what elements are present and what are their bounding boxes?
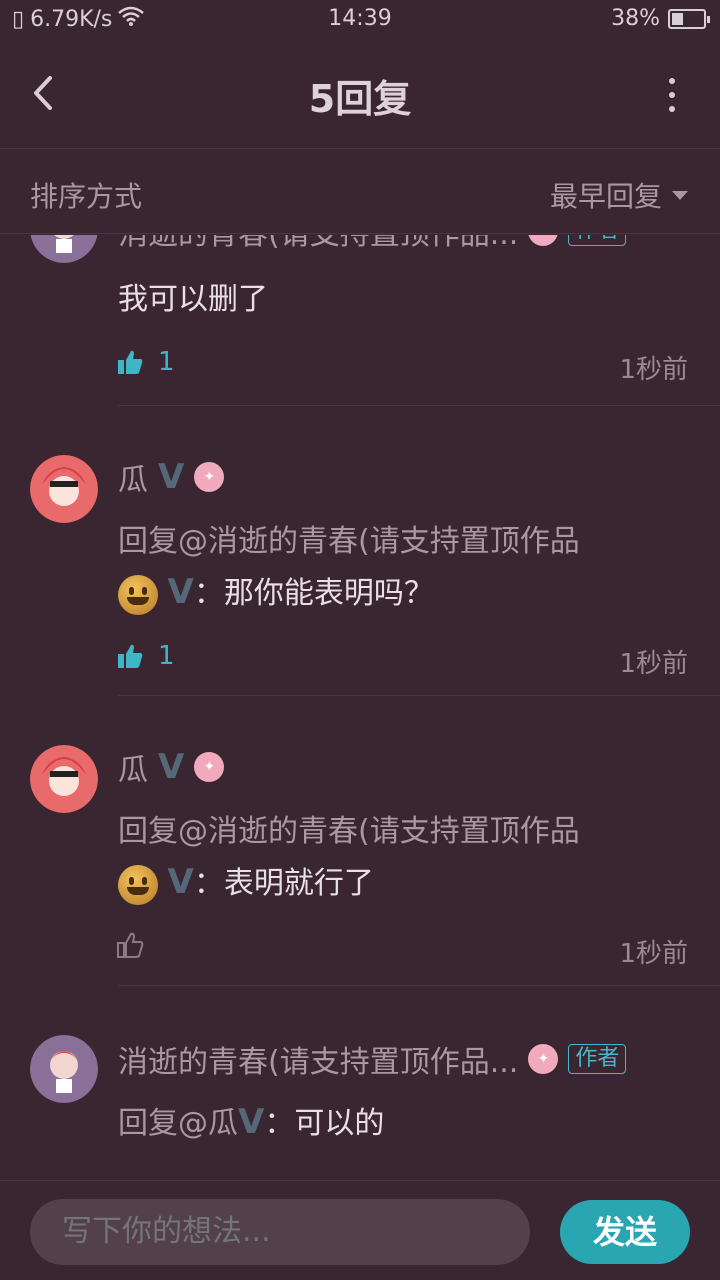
avatar[interactable] xyxy=(30,1035,98,1103)
timestamp: 1秒前 xyxy=(619,939,688,969)
level-icon: ✦ xyxy=(194,752,225,782)
comment-text: 我可以删了 xyxy=(118,282,268,317)
sort-dropdown[interactable]: 最早回复 xyxy=(550,175,688,215)
divider xyxy=(118,985,720,986)
timestamp: 1秒前 xyxy=(619,355,688,385)
comment-input[interactable] xyxy=(30,1199,530,1265)
like-button[interactable]: 1 xyxy=(116,641,175,671)
comment-text: 回复@消逝的青春(请支持置顶作品 V：表明就行了 xyxy=(118,807,688,909)
navbar: 5回复 xyxy=(0,38,720,148)
username[interactable]: 瓜 xyxy=(118,745,148,789)
username[interactable]: 消逝的青春(请支持置顶作品... xyxy=(118,235,518,253)
username[interactable]: 瓜 xyxy=(118,455,148,499)
reply-mention[interactable]: 回复@瓜 xyxy=(118,1106,238,1141)
level-icon: ✦ xyxy=(528,235,559,246)
smiley-icon xyxy=(118,574,158,615)
comment-text: 回复@瓜V：可以的 xyxy=(118,1097,688,1149)
v-badge: V xyxy=(158,457,185,497)
sort-value: 最早回复 xyxy=(549,180,662,213)
v-badge: V xyxy=(167,572,194,612)
v-badge: V xyxy=(167,862,194,902)
divider xyxy=(118,405,720,406)
battery-icon xyxy=(668,8,710,29)
v-badge: V xyxy=(158,747,185,787)
divider xyxy=(118,695,720,696)
send-button[interactable]: 发送 xyxy=(560,1200,690,1264)
more-icon[interactable] xyxy=(664,78,680,112)
thumbs-up-icon xyxy=(118,644,143,668)
battery-percent: 38% xyxy=(611,6,660,31)
comment-text: 回复@消逝的青春(请支持置顶作品 V：那你能表明吗？ xyxy=(118,517,688,619)
like-count: 1 xyxy=(158,641,175,671)
avatar[interactable] xyxy=(30,745,98,813)
like-button[interactable]: 1 xyxy=(116,347,175,377)
reply-mention[interactable]: 回复@消逝的青春(请支持置顶作品 xyxy=(118,524,580,559)
sort-label: 排序方式 xyxy=(30,180,143,213)
level-icon: ✦ xyxy=(528,1044,559,1074)
like-button[interactable] xyxy=(116,931,144,959)
thumbs-up-outline-icon xyxy=(117,932,144,958)
username[interactable]: 消逝的青春(请支持置顶作品... xyxy=(118,1037,518,1081)
composer-bar: 发送 xyxy=(0,1180,720,1280)
smiley-icon xyxy=(118,864,158,905)
comment-body: ：表明就行了 xyxy=(193,866,374,901)
reply-list[interactable]: 消逝的青春(请支持置顶作品... ✦ 作者 我可以删了 1 1秒前 瓜 V ✦ … xyxy=(0,235,720,1180)
reply-mention[interactable]: 回复@消逝的青春(请支持置顶作品 xyxy=(118,814,580,849)
like-count: 1 xyxy=(158,347,175,377)
author-badge: 作者 xyxy=(568,1044,627,1074)
comment-body: ：可以的 xyxy=(264,1106,385,1141)
avatar[interactable] xyxy=(30,455,98,523)
page-title: 5回复 xyxy=(308,77,412,121)
thumbs-up-icon xyxy=(118,350,143,374)
status-bar: ▯ 6.79K/s 14:39 38% xyxy=(0,0,720,38)
comment-body: ：那你能表明吗？ xyxy=(193,576,434,611)
level-icon: ✦ xyxy=(194,462,225,492)
timestamp: 1秒前 xyxy=(619,649,688,679)
avatar[interactable] xyxy=(30,235,98,263)
caret-down-icon xyxy=(672,190,688,200)
author-badge: 作者 xyxy=(568,235,627,246)
v-badge: V xyxy=(238,1102,265,1142)
sort-bar: 排序方式 最早回复 xyxy=(0,148,720,234)
